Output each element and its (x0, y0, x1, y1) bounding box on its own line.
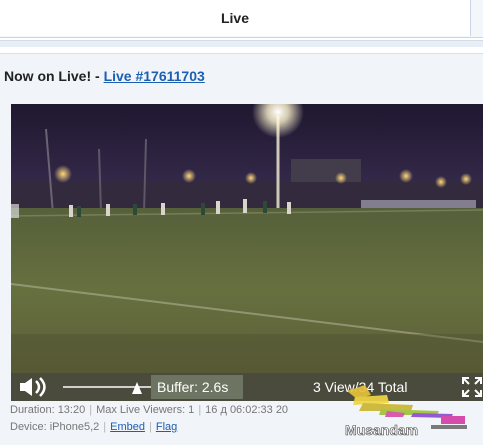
volume-slider-thumb[interactable] (132, 382, 142, 394)
video-frame (11, 104, 483, 373)
stream-device-row: Device: iPhone5,2 | Embed | Flag (10, 421, 177, 433)
buffer-indicator: Buffer: 2.6s (151, 375, 243, 399)
embed-link[interactable]: Embed (110, 421, 145, 433)
duration-text: Duration: 13:20 (10, 404, 86, 416)
separator: | (89, 404, 93, 416)
separator: | (149, 421, 152, 433)
divider-strip (0, 40, 483, 47)
heading-prefix: Now on Live! - (4, 68, 104, 84)
separator: | (198, 404, 202, 416)
watermark-text: Musandam (345, 422, 418, 438)
video-player[interactable] (11, 104, 483, 373)
tab-live[interactable]: Live (0, 0, 471, 36)
musandam-watermark-logo: Musandam (345, 385, 467, 438)
live-link[interactable]: Live #17611703 (104, 68, 205, 84)
flag-link[interactable]: Flag (156, 421, 177, 433)
timestamp-text: 16 д 06:02:33 20 (205, 404, 289, 416)
stream-stats: Duration: 13:20 | Max Live Viewers: 1 | 16 д… (10, 404, 288, 416)
page-title: Now on Live! - Live #17611703 (4, 68, 205, 84)
separator: | (103, 421, 107, 433)
speaker-icon[interactable] (18, 377, 58, 397)
device-text: Device: iPhone5,2 (10, 421, 100, 433)
tab-bar: Live (0, 0, 483, 38)
tab-live-label: Live (220, 10, 249, 26)
max-viewers-text: Max Live Viewers: 1 (96, 404, 195, 416)
